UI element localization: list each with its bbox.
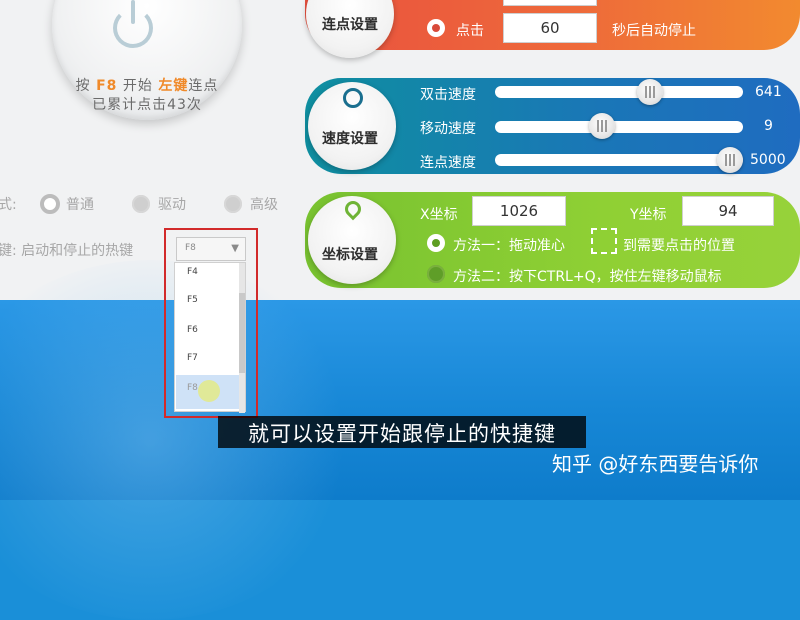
- speed-settings-title: 速度设置: [322, 131, 378, 147]
- click-count: 已累计点击43次: [92, 97, 202, 113]
- x-coord-label: X坐标: [420, 207, 458, 223]
- y-coord-field[interactable]: 94: [682, 196, 774, 226]
- click-speed-track[interactable]: [495, 154, 743, 166]
- move-speed-track[interactable]: [495, 121, 743, 133]
- method2-text: 方法二：按下CTRL+Q，按住左键移动鼠标: [453, 269, 722, 285]
- click-mode-radio[interactable]: [427, 19, 445, 37]
- crosshair-drag-icon[interactable]: [591, 228, 617, 254]
- click-speed-thumb[interactable]: [717, 147, 743, 173]
- slider-label: 移动速度: [420, 121, 476, 137]
- method1-radio[interactable]: [427, 234, 445, 252]
- double-click-speed-track[interactable]: [495, 86, 743, 98]
- slider-label: 双击速度: [420, 87, 476, 103]
- mode-driver-label: 驱动: [158, 197, 186, 213]
- x-coord-field[interactable]: 1026: [472, 196, 566, 226]
- mode-driver-radio[interactable]: [132, 195, 150, 213]
- auto-stop-suffix: 秒后自动停止: [612, 23, 696, 39]
- double-click-speed-value: 641: [755, 84, 782, 100]
- mode-label: 式:: [0, 197, 17, 213]
- mode-normal-label: 普通: [66, 197, 94, 213]
- mode-advanced-label: 高级: [250, 197, 278, 213]
- mode-normal-radio[interactable]: [40, 194, 60, 214]
- click-mode-label: 点击: [456, 23, 484, 39]
- move-speed-thumb[interactable]: [589, 113, 615, 139]
- mouse-cursor-icon: [198, 380, 220, 402]
- mode-advanced-radio[interactable]: [224, 195, 242, 213]
- video-subtitle: 就可以设置开始跟停止的快捷键: [248, 422, 556, 446]
- stop-seconds-field[interactable]: 60: [503, 13, 597, 43]
- click-times-field[interactable]: [503, 0, 597, 6]
- y-coord-label: Y坐标: [630, 207, 667, 223]
- move-speed-value: 9: [764, 118, 773, 134]
- click-settings-title: 连点设置: [322, 17, 378, 33]
- method2-radio[interactable]: [427, 265, 445, 283]
- coord-settings-title: 坐标设置: [322, 247, 378, 263]
- method1-tail-text: 到需要点击的位置: [623, 238, 735, 254]
- click-speed-value: 5000: [750, 152, 786, 168]
- watermark: 知乎 @好东西要告诉你: [552, 452, 759, 476]
- hotkey-label: 键: 启动和停止的热键: [0, 243, 134, 259]
- method1-text: 方法一：拖动准心: [453, 238, 565, 254]
- slider-label: 连点速度: [420, 155, 476, 171]
- stopwatch-icon: [343, 88, 363, 108]
- power-icon-bar: [131, 0, 135, 24]
- start-hint: 按 F8 开始 左键连点: [75, 78, 219, 94]
